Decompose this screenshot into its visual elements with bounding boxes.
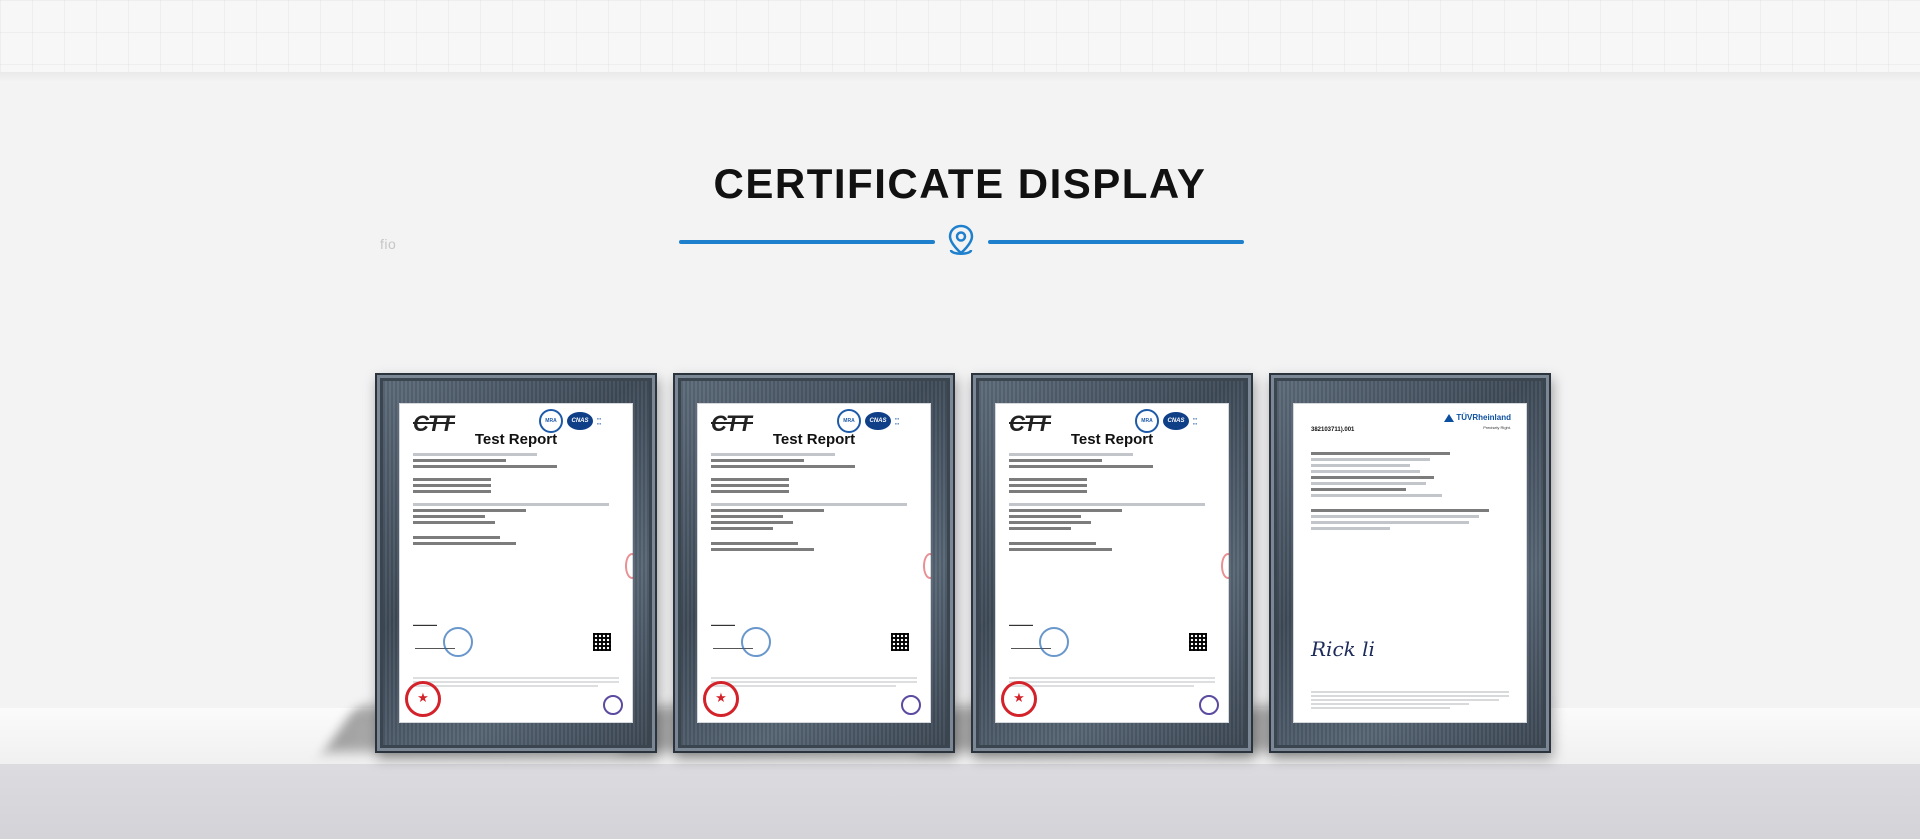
floor [0,764,1920,839]
accreditation-badges: MRA CNAS ▪▪▪ ▪▪▪ [539,409,615,433]
ilac-badge-icon: MRA [1135,409,1159,433]
blue-seal-icon [1039,627,1069,657]
report-body-text [1009,453,1215,554]
certificate-frame-1[interactable]: CTT MRA CNAS ▪▪▪ ▪▪▪ Test Report ▬▬▬▬▬▬ [375,373,657,753]
cnas-number-icon: ▪▪▪ ▪▪▪ [597,416,602,426]
section-title: CERTIFICATE DISPLAY [713,160,1207,207]
divider-left [679,240,935,244]
purple-seal-icon [1199,695,1219,715]
tuv-report-number: 382103711).001 [1311,427,1355,433]
purple-seal-icon [603,695,623,715]
header-grid-band [0,0,1920,72]
signature-label: ▬▬▬▬▬▬ [413,622,437,627]
red-seal-edge-icon [1221,553,1229,579]
tuv-logo: TÜVRheinland [1444,413,1511,422]
tuv-tagline: Precisely Right. [1483,425,1511,430]
qr-code-icon [1189,633,1207,651]
cnas-number-icon: ▪▪▪ ▪▪▪ [895,416,900,426]
handwritten-signature: Rick li [1311,637,1375,661]
footer-fine-print [711,677,917,689]
cnas-number-icon: ▪▪▪ ▪▪▪ [1193,416,1198,426]
faded-text: fio [380,236,397,252]
tuv-triangle-icon [1444,413,1455,422]
certificate-frame-4[interactable]: TÜVRheinland Precisely Right. 382103711)… [1269,373,1551,753]
cnas-badge-icon: CNAS [567,412,593,430]
red-seal-icon [703,681,739,717]
red-seal-edge-icon [625,553,633,579]
tuv-logo-text: TÜVRheinland [1456,413,1511,422]
red-seal-edge-icon [923,553,931,579]
divider-right [988,240,1244,244]
footer-fine-print [1009,677,1215,689]
report-title: Test Report [772,431,856,448]
map-pin-icon [948,224,974,255]
ilac-badge-icon: MRA [837,409,861,433]
purple-seal-icon [901,695,921,715]
accreditation-badges: MRA CNAS ▪▪▪ ▪▪▪ [837,409,913,433]
certificate-document: TÜVRheinland Precisely Right. 382103711)… [1293,403,1527,723]
certificate-document: CTT MRA CNAS ▪▪▪ ▪▪▪ Test Report ▬▬▬▬▬▬ [399,403,633,723]
report-body-text [413,453,619,548]
red-seal-icon [405,681,441,717]
footer-fine-print [1311,691,1509,711]
report-body-text [1311,443,1509,533]
accreditation-badges: MRA CNAS ▪▪▪ ▪▪▪ [1135,409,1211,433]
report-body-text [711,453,917,554]
footer-fine-print [413,677,619,689]
certificate-frame-3[interactable]: CTT MRA CNAS ▪▪▪ ▪▪▪ Test Report ▬▬▬▬▬▬ [971,373,1253,753]
signature-label: ▬▬▬▬▬▬ [1009,622,1033,627]
certificate-frame-2[interactable]: CTT MRA CNAS ▪▪▪ ▪▪▪ Test Report ▬▬▬▬▬▬ [673,373,955,753]
red-seal-icon [1001,681,1037,717]
certificate-document: CTT MRA CNAS ▪▪▪ ▪▪▪ Test Report ▬▬▬▬▬▬ [697,403,931,723]
report-title: Test Report [1070,431,1154,448]
cnas-badge-icon: CNAS [1163,412,1189,430]
cnas-badge-icon: CNAS [865,412,891,430]
qr-code-icon [593,633,611,651]
qr-code-icon [891,633,909,651]
blue-seal-icon [443,627,473,657]
ilac-badge-icon: MRA [539,409,563,433]
certificate-document: CTT MRA CNAS ▪▪▪ ▪▪▪ Test Report ▬▬▬▬▬▬ [995,403,1229,723]
band-shadow [0,72,1920,82]
signature-label: ▬▬▬▬▬▬ [711,622,735,627]
report-title: Test Report [474,431,558,448]
blue-seal-icon [741,627,771,657]
